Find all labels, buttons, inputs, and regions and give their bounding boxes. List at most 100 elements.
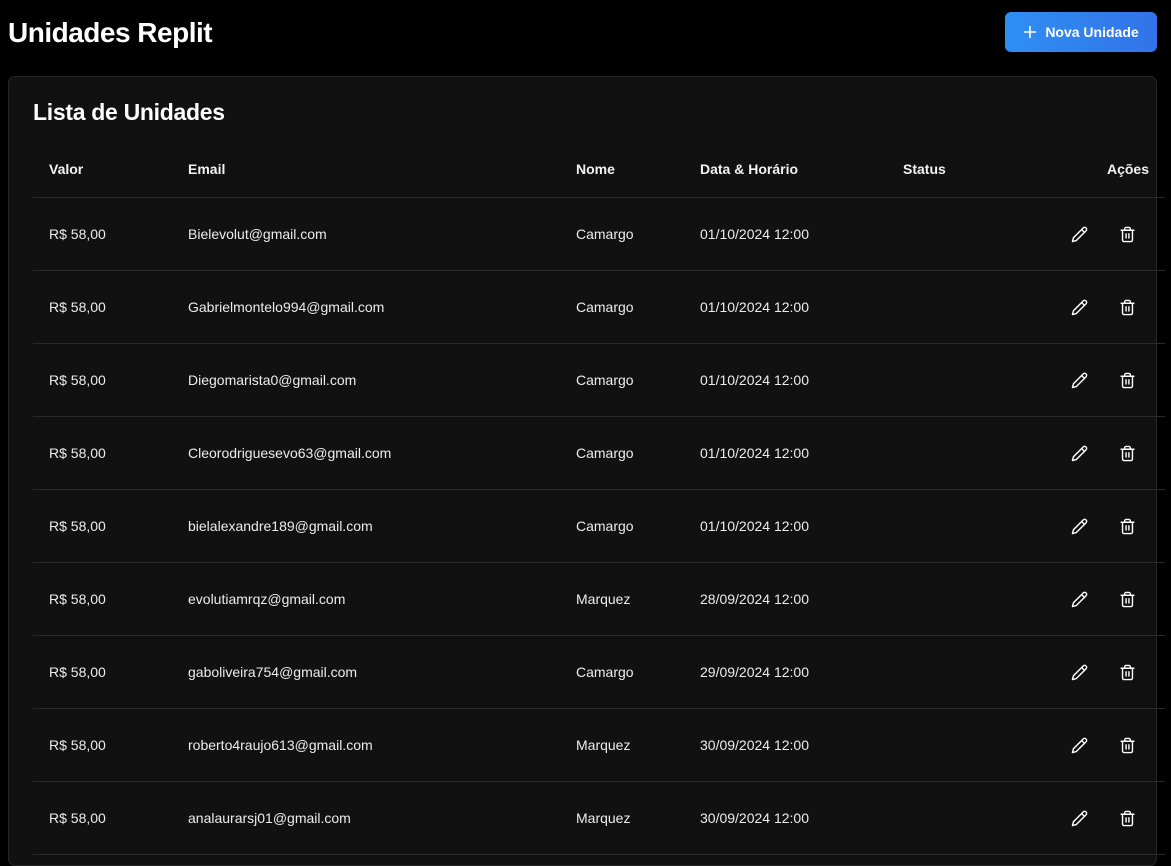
pencil-icon[interactable] bbox=[1069, 662, 1089, 682]
cell-email: evolutiamrqz@gmail.com bbox=[188, 562, 576, 636]
row-actions bbox=[1033, 297, 1165, 317]
page-title: Unidades Replit bbox=[8, 17, 213, 48]
column-header-nome: Nome bbox=[576, 141, 700, 198]
trash-icon[interactable] bbox=[1117, 443, 1137, 463]
table-header-row: Valor Email Nome Data & Horário Status A… bbox=[33, 141, 1165, 198]
pencil-icon[interactable] bbox=[1069, 808, 1089, 828]
table-row: R$ 58,00 Gabrielmontelo994@gmail.com Camar… bbox=[33, 270, 1165, 344]
column-header-valor: Valor bbox=[33, 141, 188, 198]
cell-email: analaurarsj01@gmail.com bbox=[188, 781, 576, 855]
row-actions bbox=[1033, 516, 1165, 536]
row-actions bbox=[1033, 224, 1165, 244]
cell-status bbox=[903, 343, 1033, 417]
table-row: R$ 58,00 gaboliveira754@gmail.com Camargo 2… bbox=[33, 635, 1165, 709]
cell-data-horario: 01/10/2024 12:00 bbox=[700, 489, 903, 563]
row-actions bbox=[1033, 370, 1165, 390]
cell-valor: R$ 58,00 bbox=[33, 562, 188, 636]
cell-email: Diegomarista0@gmail.com bbox=[188, 343, 576, 417]
cell-email: gaboliveira754@gmail.com bbox=[188, 635, 576, 709]
trash-icon[interactable] bbox=[1117, 516, 1137, 536]
cell-nome: Camargo bbox=[576, 635, 700, 709]
cell-status bbox=[903, 562, 1033, 636]
cell-nome: Marquez bbox=[576, 781, 700, 855]
cell-valor: R$ 58,00 bbox=[33, 197, 188, 271]
row-actions bbox=[1033, 735, 1165, 755]
new-unit-button-label: Nova Unidade bbox=[1045, 24, 1139, 40]
cell-nome: Camargo bbox=[576, 270, 700, 344]
cell-status bbox=[903, 416, 1033, 490]
table-row: R$ 58,00 Cleorodriguesevo63@gmail.com Cama… bbox=[33, 416, 1165, 490]
pencil-icon[interactable] bbox=[1069, 516, 1089, 536]
row-actions bbox=[1033, 808, 1165, 828]
cell-status bbox=[903, 781, 1033, 855]
trash-icon[interactable] bbox=[1117, 297, 1137, 317]
column-header-status: Status bbox=[903, 141, 1033, 198]
pencil-icon[interactable] bbox=[1069, 297, 1089, 317]
cell-nome: Camargo bbox=[576, 489, 700, 563]
row-actions bbox=[1033, 443, 1165, 463]
cell-data-horario: 28/09/2024 12:00 bbox=[700, 562, 903, 636]
cell-nome: Marquez bbox=[576, 562, 700, 636]
pencil-icon[interactable] bbox=[1069, 589, 1089, 609]
cell-data-horario: 01/10/2024 12:00 bbox=[700, 343, 903, 417]
trash-icon[interactable] bbox=[1117, 370, 1137, 390]
new-unit-button[interactable]: Nova Unidade bbox=[1005, 12, 1157, 52]
cell-acoes bbox=[1033, 489, 1165, 563]
cell-data-horario: 30/09/2024 12:00 bbox=[700, 781, 903, 855]
pencil-icon[interactable] bbox=[1069, 443, 1089, 463]
cell-nome: Camargo bbox=[576, 197, 700, 271]
plus-icon bbox=[1023, 25, 1037, 39]
table-row: R$ 58,00 analaurarsj01@gmail.com Marquez 30… bbox=[33, 781, 1165, 855]
pencil-icon[interactable] bbox=[1069, 735, 1089, 755]
table-row: R$ 58,00 Bielevolut@gmail.com Camargo 01/10… bbox=[33, 197, 1165, 271]
cell-status bbox=[903, 197, 1033, 271]
cell-nome: Marquez bbox=[576, 708, 700, 782]
cell-email: roberto4raujo613@gmail.com bbox=[188, 708, 576, 782]
cell-valor: R$ 58,00 bbox=[33, 270, 188, 344]
table-row: R$ 58,00 Diegomarista0@gmail.com Camargo 01… bbox=[33, 343, 1165, 417]
cell-valor: R$ 58,00 bbox=[33, 489, 188, 563]
cell-email: bielalexandre189@gmail.com bbox=[188, 489, 576, 563]
row-actions bbox=[1033, 662, 1165, 682]
cell-status bbox=[903, 708, 1033, 782]
cell-acoes bbox=[1033, 562, 1165, 636]
cell-acoes bbox=[1033, 343, 1165, 417]
cell-acoes bbox=[1033, 416, 1165, 490]
row-actions bbox=[1033, 589, 1165, 609]
cell-email: Gabrielmontelo994@gmail.com bbox=[188, 270, 576, 344]
cell-data-horario: 01/10/2024 12:00 bbox=[700, 416, 903, 490]
cell-valor: R$ 58,00 bbox=[33, 781, 188, 855]
cell-acoes bbox=[1033, 708, 1165, 782]
cell-email: Cleorodriguesevo63@gmail.com bbox=[188, 416, 576, 490]
cell-status bbox=[903, 489, 1033, 563]
table-row: R$ 58,00 roberto4raujo613@gmail.com Marque… bbox=[33, 708, 1165, 782]
cell-data-horario: 30/09/2024 12:00 bbox=[700, 708, 903, 782]
cell-valor: R$ 58,00 bbox=[33, 416, 188, 490]
units-table: Valor Email Nome Data & Horário Status A… bbox=[33, 141, 1165, 855]
cell-nome: Camargo bbox=[576, 343, 700, 417]
cell-email: Bielevolut@gmail.com bbox=[188, 197, 576, 271]
cell-valor: R$ 58,00 bbox=[33, 708, 188, 782]
cell-data-horario: 29/09/2024 12:00 bbox=[700, 635, 903, 709]
column-header-data: Data & Horário bbox=[700, 141, 903, 198]
cell-nome: Camargo bbox=[576, 416, 700, 490]
trash-icon[interactable] bbox=[1117, 224, 1137, 244]
pencil-icon[interactable] bbox=[1069, 224, 1089, 244]
table-row: R$ 58,00 bielalexandre189@gmail.com Camarg… bbox=[33, 489, 1165, 563]
table-row: R$ 58,00 evolutiamrqz@gmail.com Marquez 28/… bbox=[33, 562, 1165, 636]
trash-icon[interactable] bbox=[1117, 735, 1137, 755]
column-header-acoes: Ações bbox=[1033, 141, 1165, 198]
cell-valor: R$ 58,00 bbox=[33, 343, 188, 417]
cell-data-horario: 01/10/2024 12:00 bbox=[700, 270, 903, 344]
trash-icon[interactable] bbox=[1117, 808, 1137, 828]
cell-acoes bbox=[1033, 781, 1165, 855]
cell-valor: R$ 58,00 bbox=[33, 635, 188, 709]
trash-icon[interactable] bbox=[1117, 589, 1137, 609]
trash-icon[interactable] bbox=[1117, 662, 1137, 682]
cell-data-horario: 01/10/2024 12:00 bbox=[700, 197, 903, 271]
units-card: Lista de Unidades Valor Email Nome Data … bbox=[8, 76, 1165, 866]
cell-status bbox=[903, 270, 1033, 344]
cell-acoes bbox=[1033, 197, 1165, 271]
cell-acoes bbox=[1033, 270, 1165, 344]
pencil-icon[interactable] bbox=[1069, 370, 1089, 390]
